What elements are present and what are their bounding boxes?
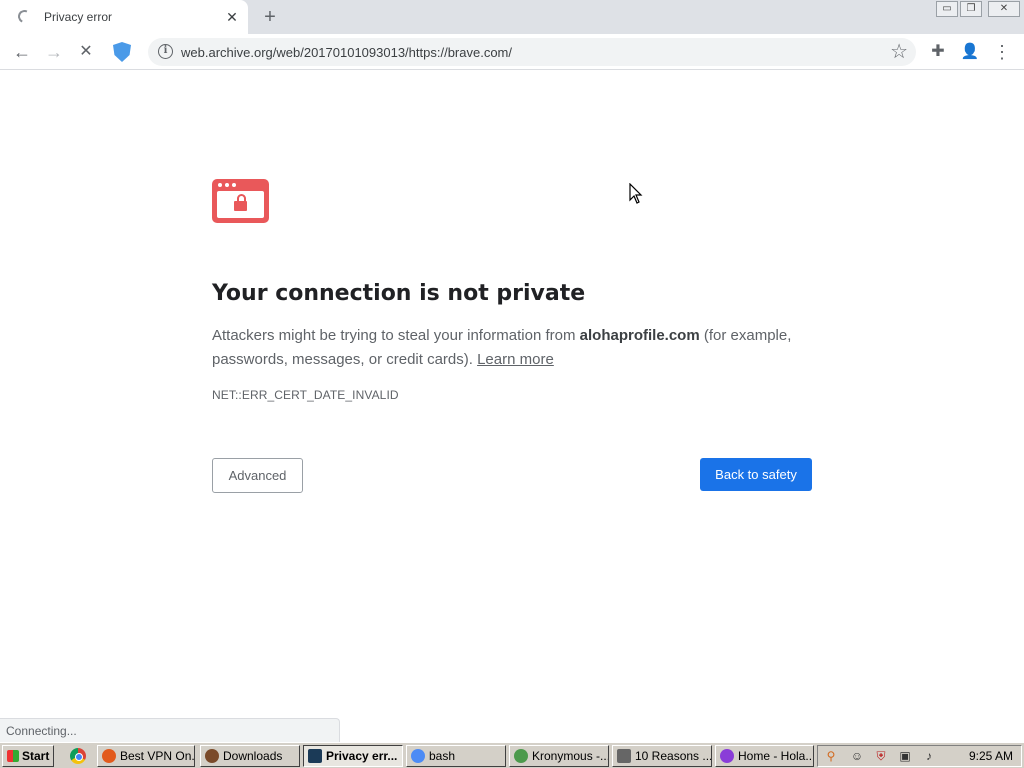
taskbar-item-label: 10 Reasons ... — [635, 749, 712, 763]
back-button[interactable]: ← — [10, 40, 34, 64]
bookmark-star-icon[interactable]: ☆ — [890, 40, 908, 64]
menu-icon[interactable]: ⋮ — [990, 40, 1014, 64]
taskbar-item-label: Privacy err... — [326, 749, 398, 763]
tab-strip: Privacy error ✕ + ▭ ❐ ✕ — [0, 0, 1024, 34]
chrome-quicklaunch-icon[interactable] — [70, 748, 86, 764]
forward-button[interactable]: → — [42, 40, 66, 64]
smiley-icon[interactable]: ☺ — [850, 749, 864, 763]
taskbar-item[interactable]: Home - Hola... — [715, 745, 814, 767]
url-text[interactable]: web.archive.org/web/20170101093013/https… — [181, 45, 512, 60]
browser-toolbar: ← → ✕ i web.archive.org/web/201701010930… — [0, 34, 1024, 70]
taskbar-item[interactable]: Best VPN On... — [97, 745, 195, 767]
mouse-cursor-icon — [629, 183, 643, 204]
address-bar[interactable]: i web.archive.org/web/20170101093013/htt… — [148, 38, 916, 66]
page-title: Your connection is not private — [212, 281, 586, 306]
extensions-icon[interactable]: ✚ — [926, 40, 950, 64]
taskbar-item-active[interactable]: Privacy err... — [303, 745, 403, 767]
hola-icon — [720, 749, 734, 763]
back-to-safety-button[interactable]: Back to safety — [700, 458, 812, 491]
taskbar-item[interactable]: bash — [406, 745, 506, 767]
firefox-icon — [102, 749, 116, 763]
warning-text-prefix: Attackers might be trying to steal your … — [212, 327, 580, 344]
broken-lock-window-icon — [212, 179, 269, 223]
start-label: Start — [22, 749, 50, 763]
window-close-button[interactable]: ✕ — [988, 1, 1020, 17]
brave-shield-icon[interactable] — [113, 42, 131, 62]
taskbar-item[interactable]: Kronymous -... — [509, 745, 609, 767]
loading-spinner-icon — [16, 8, 33, 25]
error-code[interactable]: NET::ERR_CERT_DATE_INVALID — [212, 388, 399, 402]
downloads-icon — [205, 749, 219, 763]
warning-message: Attackers might be trying to steal your … — [212, 324, 812, 372]
taskbar-item-label: Kronymous -... — [532, 749, 609, 763]
shield-tray-icon[interactable]: ⛨ — [874, 749, 888, 763]
start-button[interactable]: Start — [2, 745, 54, 767]
status-bubble: Connecting... — [0, 718, 340, 742]
learn-more-link[interactable]: Learn more — [477, 351, 554, 368]
site-info-icon[interactable]: i — [158, 44, 173, 59]
restore-button[interactable]: ❐ — [960, 1, 982, 17]
new-tab-button[interactable]: + — [258, 6, 282, 28]
taskbar-item[interactable]: 10 Reasons ... — [612, 745, 712, 767]
stop-button[interactable]: ✕ — [74, 40, 98, 64]
tab-privacy-error[interactable]: Privacy error ✕ — [0, 0, 248, 34]
tab-title: Privacy error — [44, 10, 113, 24]
site-domain: alohaprofile.com — [579, 327, 700, 344]
taskbar-item-label: Home - Hola... — [738, 749, 814, 763]
profile-icon[interactable]: 👤 — [958, 40, 982, 64]
taskbar-item[interactable]: Downloads — [200, 745, 300, 767]
window-controls: ▭ ❐ ✕ — [936, 1, 1020, 17]
tab-close-icon[interactable]: ✕ — [222, 7, 242, 27]
taskbar-item-label: bash — [429, 749, 456, 763]
taskbar-item-label: Best VPN On... — [120, 749, 195, 763]
system-tray: ⚲ ☺ ⛨ ▣ ♪ 9:25 AM — [817, 745, 1022, 767]
advanced-button[interactable]: Advanced — [212, 458, 303, 493]
taskbar-item-label: Downloads — [223, 749, 283, 763]
volume-icon[interactable]: ♪ — [922, 749, 936, 763]
document-icon — [617, 749, 631, 763]
taskbar: Start Best VPN On... Downloads Privacy e… — [0, 742, 1024, 768]
network-icon[interactable]: ▣ — [898, 749, 912, 763]
kronymous-icon — [514, 749, 528, 763]
clock[interactable]: 9:25 AM — [969, 749, 1013, 763]
minimize-button[interactable]: ▭ — [936, 1, 958, 17]
browser-icon — [308, 749, 322, 763]
terminal-icon — [411, 749, 425, 763]
windows-logo-icon — [7, 750, 19, 762]
search-icon[interactable]: ⚲ — [824, 749, 838, 763]
